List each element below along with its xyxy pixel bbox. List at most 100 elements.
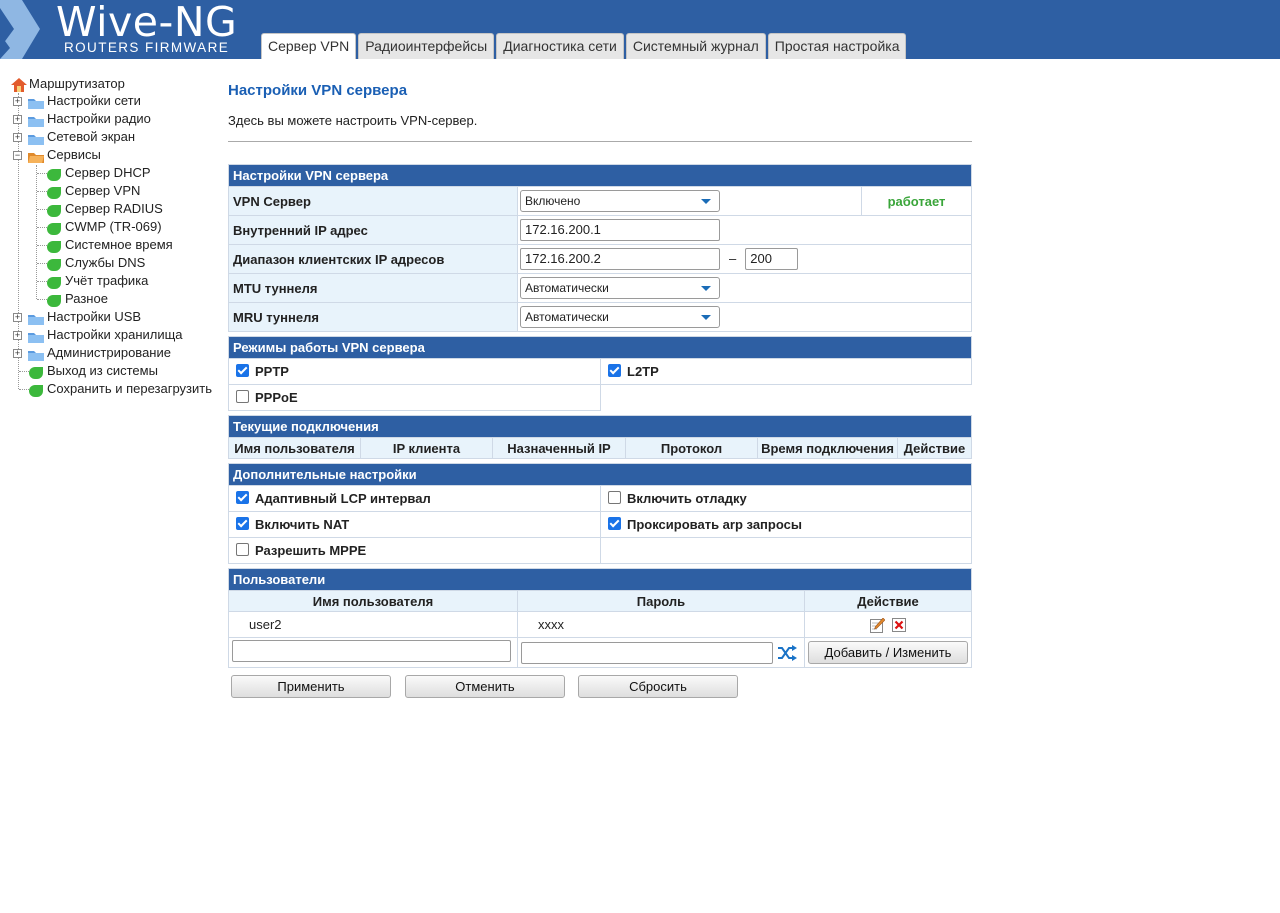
sidebar-item-cwmp[interactable]: CWMP (TR-069) xyxy=(65,218,162,236)
nat-label: Включить NAT xyxy=(255,517,350,532)
l2tp-checkbox[interactable] xyxy=(608,364,621,377)
home-icon xyxy=(11,78,27,92)
leaf-icon xyxy=(47,277,61,289)
collapse-icon[interactable]: − xyxy=(13,151,22,160)
mppe-checkbox[interactable] xyxy=(236,543,249,556)
shuffle-icon[interactable] xyxy=(777,644,797,661)
user-password-cell: xxxx xyxy=(517,611,805,638)
sidebar-item-services[interactable]: Сервисы xyxy=(47,146,101,164)
sidebar-item-admin[interactable]: Администрирование xyxy=(47,344,171,362)
proxy-arp-checkbox[interactable] xyxy=(608,517,621,530)
internal-ip-input[interactable]: 172.16.200.1 xyxy=(520,219,720,241)
col-assigned-ip: Назначенный IP xyxy=(492,437,626,459)
tab-system-log[interactable]: Системный журнал xyxy=(625,33,766,59)
section-header: Пользователи xyxy=(228,568,972,591)
sidebar-item-network[interactable]: Настройки сети xyxy=(47,92,141,110)
mru-select-value: Автоматически xyxy=(525,310,609,324)
page-description: Здесь вы можете настроить VPN-сервер. xyxy=(228,113,478,128)
sidebar-item-save-reboot[interactable]: Сохранить и перезагрузить xyxy=(47,380,212,398)
mru-select[interactable]: Автоматически xyxy=(520,306,720,328)
user-name-cell: user2 xyxy=(228,611,518,638)
l2tp-label: L2TP xyxy=(627,364,659,379)
expand-icon[interactable]: + xyxy=(13,115,22,124)
mppe-label: Разрешить MPPE xyxy=(255,543,367,558)
open-folder-icon xyxy=(28,153,44,163)
new-user-input[interactable] xyxy=(232,640,511,662)
tab-radio-interfaces[interactable]: Радиоинтерфейсы xyxy=(358,33,495,59)
new-password-input[interactable] xyxy=(521,641,773,664)
leaf-icon xyxy=(47,241,61,253)
modes-table: Режимы работы VPN сервера PPTP L2TP PPPo… xyxy=(228,336,972,411)
tab-simple-setup[interactable]: Простая настройка xyxy=(767,33,907,59)
adaptive-lcp-checkbox[interactable] xyxy=(236,491,249,504)
sidebar-item-radius[interactable]: Сервер RADIUS xyxy=(65,200,163,218)
debug-checkbox[interactable] xyxy=(608,491,621,504)
tab-network-diagnostics[interactable]: Диагностика сети xyxy=(496,33,624,59)
vpn-server-select[interactable]: Включено xyxy=(520,190,720,212)
tab-vpn-server[interactable]: Сервер VPN xyxy=(261,33,357,59)
col-user-action: Действие xyxy=(804,590,972,612)
connections-table: Текущие подключения Имя пользователя IP … xyxy=(228,415,972,459)
add-edit-user-button[interactable]: Добавить / Изменить xyxy=(808,641,968,664)
expand-icon[interactable]: + xyxy=(13,133,22,142)
sidebar-item-radio[interactable]: Настройки радио xyxy=(47,110,151,128)
sidebar-item-dns[interactable]: Службы DNS xyxy=(65,254,145,272)
folder-icon xyxy=(28,315,44,325)
leaf-icon xyxy=(29,385,43,397)
cancel-button[interactable]: Отменить xyxy=(405,675,565,698)
mtu-select-value: Автоматически xyxy=(525,281,609,295)
col-user: Имя пользователя xyxy=(228,590,518,612)
status-badge: работает xyxy=(861,186,972,216)
folder-icon xyxy=(28,99,44,109)
table-row: user2 xxxx xyxy=(228,611,972,638)
users-table: Пользователи Имя пользователя Пароль Дей… xyxy=(228,568,972,668)
nat-checkbox[interactable] xyxy=(236,517,249,530)
mru-label: MRU туннеля xyxy=(228,302,518,332)
section-header: Текущие подключения xyxy=(228,415,972,438)
mtu-select[interactable]: Автоматически xyxy=(520,277,720,299)
chevron-down-icon xyxy=(701,286,711,291)
main-content: Настройки VPN сервера Здесь вы можете на… xyxy=(228,78,972,699)
leaf-icon xyxy=(47,223,61,235)
sidebar-item-vpn[interactable]: Сервер VPN xyxy=(65,182,140,200)
expand-icon[interactable]: + xyxy=(13,313,22,322)
pppoe-checkbox[interactable] xyxy=(236,390,249,403)
apply-button[interactable]: Применить xyxy=(231,675,391,698)
sidebar-item-dhcp[interactable]: Сервер DHCP xyxy=(65,164,151,182)
adaptive-lcp-label: Адаптивный LCP интервал xyxy=(255,491,431,506)
col-action: Действие xyxy=(897,437,972,459)
folder-icon xyxy=(28,333,44,343)
reset-button[interactable]: Сбросить xyxy=(578,675,738,698)
expand-icon[interactable]: + xyxy=(13,331,22,340)
chevron-down-icon xyxy=(701,315,711,320)
sidebar-item-misc[interactable]: Разное xyxy=(65,290,108,308)
delete-icon[interactable] xyxy=(892,618,907,633)
vpn-server-select-value: Включено xyxy=(525,194,581,208)
col-connect-time: Время подключения xyxy=(757,437,898,459)
sidebar-item-storage[interactable]: Настройки хранилища xyxy=(47,326,183,344)
top-header: Wive-NG ROUTERS FIRMWARE Сервер VPN Ради… xyxy=(0,0,1280,59)
advanced-table: Дополнительные настройки Адаптивный LCP … xyxy=(228,463,972,564)
edit-icon[interactable] xyxy=(869,617,886,633)
sidebar-item-system-time[interactable]: Системное время xyxy=(65,236,173,254)
vpn-server-label: VPN Сервер xyxy=(228,186,518,216)
folder-icon xyxy=(28,117,44,127)
debug-label: Включить отладку xyxy=(627,491,747,506)
sidebar-item-firewall[interactable]: Сетевой экран xyxy=(47,128,135,146)
internal-ip-label: Внутренний IP адрес xyxy=(228,215,518,245)
leaf-icon xyxy=(47,169,61,181)
section-header: Дополнительные настройки xyxy=(228,463,972,486)
pptp-checkbox[interactable] xyxy=(236,364,249,377)
sidebar-item-usb[interactable]: Настройки USB xyxy=(47,308,141,326)
ip-range-end-input[interactable]: 200 xyxy=(745,248,799,270)
leaf-icon xyxy=(29,367,43,379)
ip-range-start-input[interactable]: 172.16.200.2 xyxy=(520,248,720,270)
expand-icon[interactable]: + xyxy=(13,97,22,106)
expand-icon[interactable]: + xyxy=(13,349,22,358)
sidebar-root[interactable]: Маршрутизатор xyxy=(29,75,125,93)
sidebar-item-traffic[interactable]: Учёт трафика xyxy=(65,272,148,290)
leaf-icon xyxy=(47,295,61,307)
pptp-label: PPTP xyxy=(255,364,289,379)
pppoe-label: PPPoE xyxy=(255,390,298,405)
sidebar-item-logout[interactable]: Выход из системы xyxy=(47,362,158,380)
